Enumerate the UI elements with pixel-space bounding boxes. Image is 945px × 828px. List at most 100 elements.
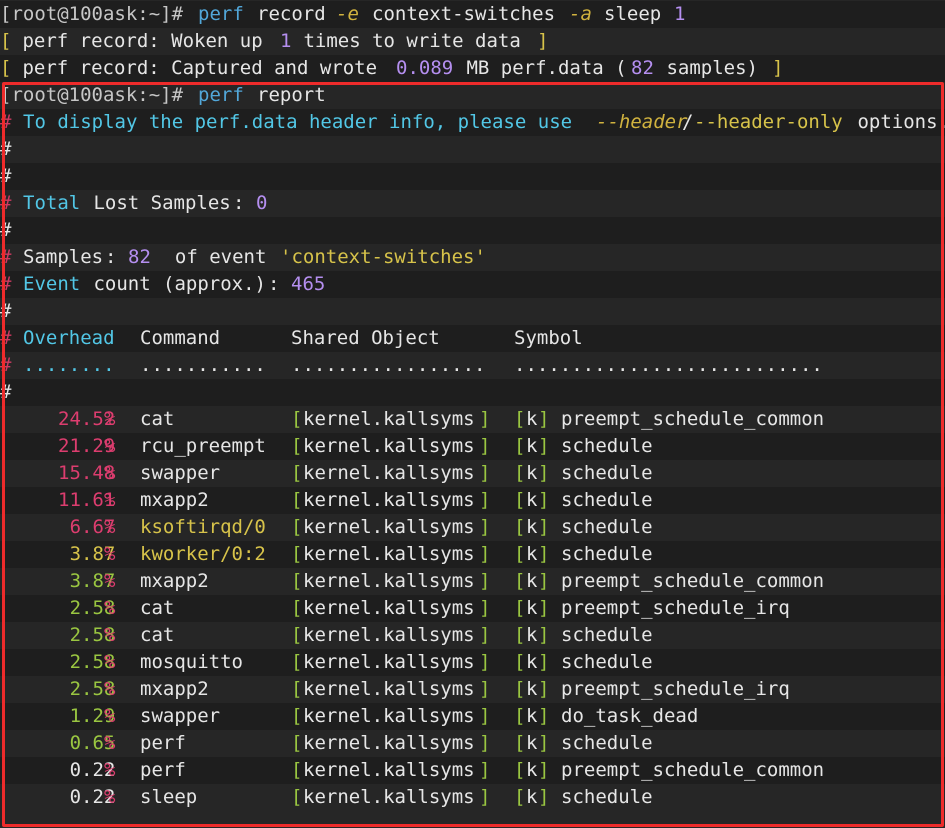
row-command: cat <box>140 597 175 619</box>
samples-label: Samples <box>23 246 104 268</box>
row-dso-bracket-open: [ <box>291 489 303 511</box>
row-overhead-percent-sign: % <box>104 516 116 538</box>
row-ring: k <box>526 516 538 538</box>
row-dso-bracket-close: ] <box>479 705 491 727</box>
row-overhead-percent-sign: % <box>104 705 116 727</box>
row-symbol: schedule <box>561 543 653 565</box>
samples-colon: : <box>105 246 128 268</box>
row-symbol: schedule <box>561 732 653 754</box>
row-dso-bracket-close: ] <box>479 651 491 673</box>
row-ring: k <box>526 435 538 457</box>
row-ring-bracket-close: ] <box>538 435 550 457</box>
header-info-text: To display the perf.data header info, pl… <box>23 111 584 133</box>
table-row: 15.48% swapper[kernel.kallsyms][k] schedul… <box>0 460 945 487</box>
row-dso-bracket-close: ] <box>479 759 491 781</box>
row-ring: k <box>526 678 538 700</box>
row-shared-object: kernel.kallsyms <box>303 435 475 457</box>
report-header-info-line: # To display the perf.data header info, … <box>0 109 945 136</box>
table-row: 11.61% mxapp2[kernel.kallsyms][k] schedule <box>0 487 945 514</box>
row-dso-bracket-close: ] <box>479 435 491 457</box>
command-subcommand: report <box>257 84 326 106</box>
row-ring: k <box>526 570 538 592</box>
row-ring: k <box>526 651 538 673</box>
column-header-shared-object: Shared Object <box>291 327 440 349</box>
record-output-text: times to write data <box>292 30 533 52</box>
row-command: mxapp2 <box>140 678 209 700</box>
column-header-command: Command <box>140 327 221 349</box>
row-dso-bracket-open: [ <box>291 516 303 538</box>
row-ring-bracket-open: [ <box>514 678 526 700</box>
row-shared-object: kernel.kallsyms <box>303 597 475 619</box>
row-ring-bracket-open: [ <box>514 570 526 592</box>
row-command: swapper <box>140 462 221 484</box>
report-column-dividers: # ........ ........... .................… <box>0 352 945 379</box>
row-command: cat <box>140 408 175 430</box>
row-ring: k <box>526 543 538 565</box>
table-row: 21.29% rcu_preempt[kernel.kallsyms][k] sch… <box>0 433 945 460</box>
table-row: 2.58% cat[kernel.kallsyms][k] preempt_sche… <box>0 595 945 622</box>
bracket-close: ] <box>537 30 549 52</box>
row-dso-bracket-close: ] <box>479 516 491 538</box>
row-dso-bracket-open: [ <box>291 705 303 727</box>
terminal-window[interactable]: [root@100ask:~]# perf record -e context-… <box>0 0 945 828</box>
row-symbol: schedule <box>561 786 653 808</box>
row-ring-bracket-open: [ <box>514 408 526 430</box>
bracket-open: [ <box>0 57 12 79</box>
record-output-size: 0.089 <box>396 57 454 79</box>
comment-hash: # <box>0 381 12 403</box>
row-ring-bracket-close: ] <box>538 462 550 484</box>
report-column-headers: # Overhead Command Shared Object Symbol <box>0 325 945 352</box>
table-row: 2.58% mxapp2[kernel.kallsyms][k] preempt_s… <box>0 676 945 703</box>
row-dso-bracket-close: ] <box>479 597 491 619</box>
row-ring-bracket-close: ] <box>538 732 550 754</box>
row-shared-object: kernel.kallsyms <box>303 651 475 673</box>
row-overhead-percent-sign: % <box>104 786 116 808</box>
command-flag-e: -e <box>336 3 359 25</box>
row-command: ksoftirqd/0 <box>140 516 266 538</box>
row-dso-bracket-close: ] <box>479 543 491 565</box>
row-symbol: schedule <box>561 651 653 673</box>
report-comment-line: # <box>0 217 945 244</box>
row-command: mxapp2 <box>140 489 209 511</box>
total-lost-value: 0 <box>256 192 268 214</box>
row-command: kworker/0:2 <box>140 543 266 565</box>
row-overhead-percent-sign: % <box>104 570 116 592</box>
report-comment-line: # <box>0 136 945 163</box>
row-shared-object: kernel.kallsyms <box>303 732 475 754</box>
divider-symbol: ........................... <box>514 354 823 376</box>
row-ring-bracket-open: [ <box>514 543 526 565</box>
row-ring-bracket-open: [ <box>514 597 526 619</box>
row-ring-bracket-open: [ <box>514 435 526 457</box>
table-row: 2.58% mosquitto[kernel.kallsyms][k] schedu… <box>0 649 945 676</box>
row-ring: k <box>526 732 538 754</box>
command-perf: perf <box>198 3 244 25</box>
row-ring: k <box>526 705 538 727</box>
comment-hash: # <box>0 165 12 187</box>
record-output-text: perf record: Woken up <box>11 30 275 52</box>
row-ring-bracket-open: [ <box>514 462 526 484</box>
row-ring-bracket-close: ] <box>538 408 550 430</box>
comment-hash: # <box>0 192 12 214</box>
row-overhead-percent-sign: % <box>104 408 116 430</box>
report-comment-line: # <box>0 379 945 406</box>
row-dso-bracket-open: [ <box>291 624 303 646</box>
row-ring-bracket-open: [ <box>514 624 526 646</box>
row-command: perf <box>140 732 186 754</box>
table-row: 6.67% ksoftirqd/0[kernel.kallsyms][k] sche… <box>0 514 945 541</box>
row-shared-object: kernel.kallsyms <box>303 759 475 781</box>
row-dso-bracket-close: ] <box>479 732 491 754</box>
command-perf: perf <box>198 84 244 106</box>
row-overhead-percent-sign: % <box>104 435 116 457</box>
row-dso-bracket-open: [ <box>291 570 303 592</box>
report-samples-line: # Samples : 82 of event 'context-switche… <box>0 244 945 271</box>
row-symbol: schedule <box>561 489 653 511</box>
row-command: perf <box>140 759 186 781</box>
terminal-line-report-command: [root@100ask:~]# perf report <box>0 82 945 109</box>
event-count-colon: : <box>268 273 291 295</box>
shell-prompt: [root@100ask:~]# <box>0 3 184 25</box>
row-shared-object: kernel.kallsyms <box>303 462 475 484</box>
terminal-line-woken: [ perf record: Woken up 1 times to write… <box>0 28 945 55</box>
samples-mid: of event <box>152 246 278 268</box>
header-info-text: options. <box>846 111 945 133</box>
row-symbol: preempt_schedule_irq <box>561 597 790 619</box>
